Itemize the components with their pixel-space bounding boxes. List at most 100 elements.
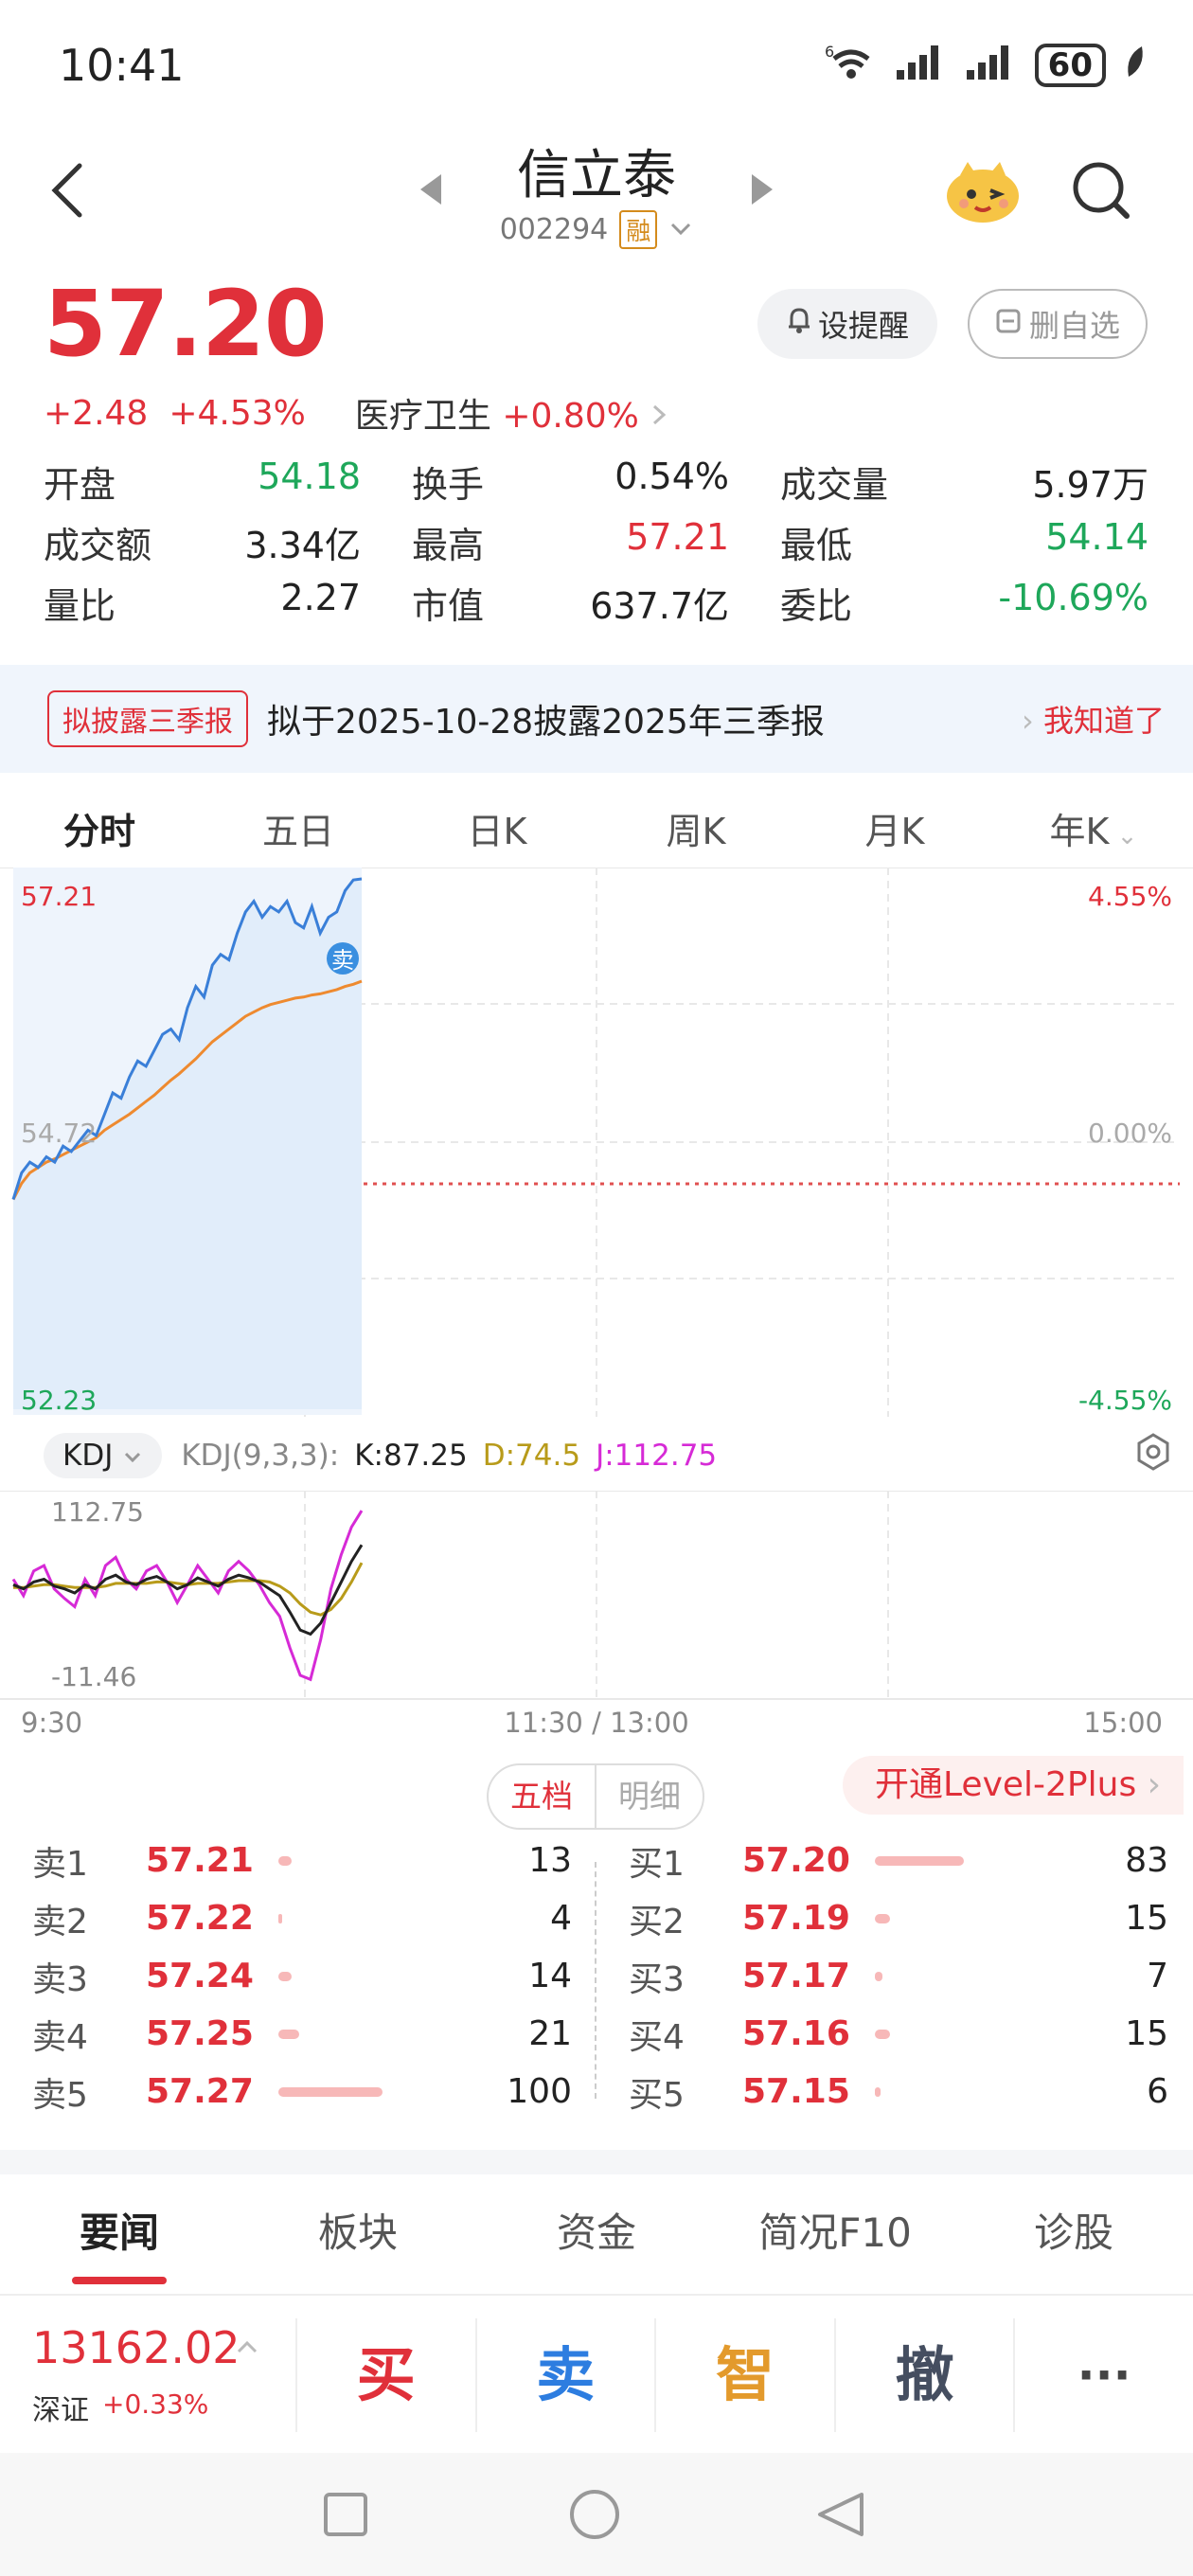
tab-monthly-k[interactable]: 月K bbox=[795, 794, 994, 869]
remove-watchlist-button[interactable]: 删自选 bbox=[968, 289, 1148, 359]
stat-value: -10.69% bbox=[998, 576, 1148, 618]
time-end: 15:00 bbox=[1083, 1707, 1163, 1739]
order-row[interactable]: 卖3 57.24 14 bbox=[32, 1947, 572, 2005]
back-nav-icon[interactable] bbox=[818, 2493, 864, 2536]
sector-link[interactable]: 医疗卫生 +0.80% bbox=[355, 388, 668, 438]
leaf-icon bbox=[1123, 43, 1148, 89]
intraday-chart[interactable]: 卖 57.21 54.72 52.23 4.55% 0.00% -4.55% bbox=[0, 868, 1193, 1417]
sell-marker[interactable]: 卖 bbox=[327, 942, 359, 975]
battery-icon: 60 bbox=[1034, 44, 1106, 87]
more-button[interactable]: ··· bbox=[1013, 2318, 1193, 2432]
order-row[interactable]: 买4 57.16 15 bbox=[629, 2005, 1168, 2063]
price-change: +2.48 bbox=[44, 393, 149, 433]
order-row[interactable]: 卖2 57.22 4 bbox=[32, 1889, 572, 1947]
tab-weekly-k[interactable]: 周K bbox=[596, 794, 795, 869]
order-row[interactable]: 买5 57.15 6 bbox=[629, 2063, 1168, 2120]
search-icon[interactable] bbox=[1070, 159, 1132, 225]
order-row[interactable]: 买1 57.20 83 bbox=[629, 1832, 1168, 1889]
stat-label: 开盘 bbox=[44, 463, 116, 506]
order-book-toggle: 五档 明细 bbox=[487, 1763, 704, 1830]
stat-value: 637.7亿 bbox=[590, 584, 729, 627]
status-icons: 6 60 bbox=[825, 42, 1148, 89]
order-level: 卖5 bbox=[32, 2075, 88, 2115]
order-volume: 13 bbox=[528, 1841, 572, 1880]
order-volume: 15 bbox=[1125, 1899, 1168, 1938]
current-price: 57.20 bbox=[44, 271, 328, 377]
index-value[interactable]: 13162.02 bbox=[32, 2322, 240, 2373]
signal-label: 6 bbox=[825, 43, 834, 61]
volume-bar bbox=[875, 1913, 890, 1923]
remove-watchlist-label: 删自选 bbox=[1028, 308, 1120, 344]
section-divider bbox=[0, 2150, 1193, 2174]
order-row[interactable]: 买2 57.19 15 bbox=[629, 1889, 1168, 1947]
set-alert-label: 设提醒 bbox=[817, 308, 909, 344]
tab-daily-k[interactable]: 日K bbox=[398, 794, 596, 869]
tab-capital[interactable]: 资金 bbox=[477, 2188, 716, 2279]
stock-code: 002294 bbox=[499, 213, 609, 246]
cell-signal-icon bbox=[895, 42, 948, 90]
order-level: 买3 bbox=[629, 1959, 685, 1999]
tab-news[interactable]: 要闻 bbox=[0, 2188, 239, 2284]
order-level: 卖3 bbox=[32, 1959, 88, 1999]
level2-upgrade-button[interactable]: 开通Level-2Plus › bbox=[843, 1756, 1184, 1815]
indicator-name: KDJ bbox=[62, 1439, 114, 1473]
sector-name: 医疗卫生 bbox=[354, 397, 491, 436]
buy-button[interactable]: 买 bbox=[295, 2318, 475, 2432]
stat-value: 54.18 bbox=[258, 455, 361, 497]
set-alert-button[interactable]: 设提醒 bbox=[757, 289, 937, 359]
tab-diagnosis[interactable]: 诊股 bbox=[954, 2188, 1193, 2279]
tab-details[interactable]: 明细 bbox=[596, 1765, 703, 1828]
volume-bar bbox=[875, 1855, 964, 1866]
smart-trade-button[interactable]: 智 bbox=[654, 2318, 834, 2432]
recent-apps-icon[interactable] bbox=[324, 2493, 367, 2536]
tab-five-day[interactable]: 五日 bbox=[199, 794, 398, 869]
volume-bar bbox=[875, 1971, 882, 1981]
tab-five-levels[interactable]: 五档 bbox=[489, 1765, 596, 1828]
home-icon[interactable] bbox=[570, 2490, 619, 2539]
stats-row: 量比 2.27 市值 637.7亿 委比 -10.69% bbox=[44, 572, 1149, 633]
kdj-bottom-label: -11.46 bbox=[51, 1661, 136, 1692]
stats-row: 开盘 54.18 换手 0.54% 成交量 5.97万 bbox=[44, 451, 1149, 511]
chevron-right-icon bbox=[650, 397, 668, 436]
order-volume: 6 bbox=[1147, 2072, 1168, 2111]
chevron-down-icon: ⌄ bbox=[1109, 822, 1138, 850]
mascot-icon[interactable] bbox=[943, 156, 1023, 224]
time-axis: 9:30 11:30 / 13:00 15:00 bbox=[0, 1701, 1193, 1746]
earnings-notice: 拟披露三季报 拟于2025-10-28披露2025年三季报 › 我知道了 bbox=[0, 665, 1193, 773]
chevron-right-icon: › bbox=[1147, 1765, 1162, 1804]
pct-mid-label: 0.00% bbox=[1088, 1118, 1172, 1149]
order-price: 57.17 bbox=[742, 1957, 850, 1995]
price-low-label: 52.23 bbox=[21, 1385, 97, 1416]
level2-label: 开通Level-2Plus bbox=[875, 1765, 1137, 1804]
chevron-down-icon bbox=[122, 1439, 143, 1473]
kdj-params: KDJ(9,3,3): bbox=[181, 1439, 340, 1473]
volume-bar bbox=[278, 1913, 282, 1923]
tab-yearly-k[interactable]: 年K ⌄ bbox=[994, 794, 1193, 869]
tab-intraday[interactable]: 分时 bbox=[0, 794, 199, 875]
dismiss-notice-button[interactable]: › 我知道了 bbox=[1022, 697, 1165, 741]
stat-label: 成交额 bbox=[44, 524, 152, 566]
stat-value: 5.97万 bbox=[1032, 463, 1148, 506]
tab-f10[interactable]: 简况F10 bbox=[716, 2188, 954, 2279]
kdj-j-line bbox=[11, 1510, 364, 1682]
order-level: 买4 bbox=[629, 2017, 685, 2057]
volume-bar bbox=[278, 1971, 292, 1981]
stat-cell: 成交量 5.97万 bbox=[780, 456, 1148, 508]
stat-cell: 换手 0.54% bbox=[412, 456, 780, 508]
volume-bar bbox=[278, 2029, 299, 2039]
stat-cell: 最低 54.14 bbox=[780, 516, 1148, 568]
cancel-order-button[interactable]: 撤 bbox=[833, 2318, 1014, 2432]
sell-button[interactable]: 卖 bbox=[474, 2318, 655, 2432]
kdj-chart[interactable]: 112.75 -11.46 bbox=[0, 1491, 1193, 1701]
tab-yearly-k-label: 年K bbox=[1049, 811, 1110, 852]
settings-icon[interactable] bbox=[1132, 1431, 1174, 1480]
kdj-k-line bbox=[12, 1544, 364, 1637]
sell-marker-label: 卖 bbox=[331, 947, 354, 974]
order-row[interactable]: 卖5 57.27 100 bbox=[32, 2063, 572, 2120]
tab-sector[interactable]: 板块 bbox=[239, 2188, 477, 2279]
order-row[interactable]: 买3 57.17 7 bbox=[629, 1947, 1168, 2005]
order-row[interactable]: 卖1 57.21 13 bbox=[32, 1832, 572, 1889]
indicator-selector[interactable]: KDJ bbox=[44, 1433, 163, 1478]
status-time: 10:41 bbox=[59, 40, 185, 91]
order-row[interactable]: 卖4 57.25 21 bbox=[32, 2005, 572, 2063]
